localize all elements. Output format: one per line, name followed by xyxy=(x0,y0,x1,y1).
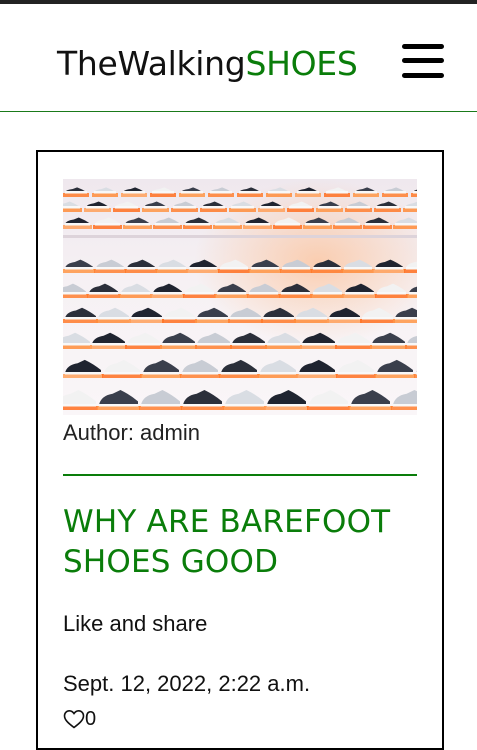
section-divider xyxy=(63,474,417,476)
like-count: 0 xyxy=(85,708,97,730)
like-button[interactable]: 0 xyxy=(63,707,96,731)
post-summary: Like and share xyxy=(63,611,208,636)
heart-outline-icon xyxy=(63,709,85,729)
menu-bar xyxy=(402,44,444,49)
menu-bar xyxy=(402,58,444,63)
brand-accent: SHOES xyxy=(245,44,358,83)
site-header: TheWalkingSHOES xyxy=(0,4,477,112)
post-card: Author: admin WHY ARE BAREFOOT SHOES GOO… xyxy=(36,150,444,750)
hamburger-menu-icon[interactable] xyxy=(401,42,445,82)
sneaker-wall-image xyxy=(63,179,417,415)
brand-prefix: TheWalking xyxy=(57,44,246,83)
post-author: Author: admin xyxy=(63,420,200,445)
site-logo[interactable]: TheWalkingSHOES xyxy=(57,44,358,84)
post-title[interactable]: WHY ARE BAREFOOT SHOES GOOD xyxy=(63,502,417,582)
shelf-rail xyxy=(63,235,417,238)
post-date: Sept. 12, 2022, 2:22 a.m. xyxy=(63,671,311,696)
menu-bar xyxy=(402,73,444,78)
post-image[interactable] xyxy=(63,179,417,415)
